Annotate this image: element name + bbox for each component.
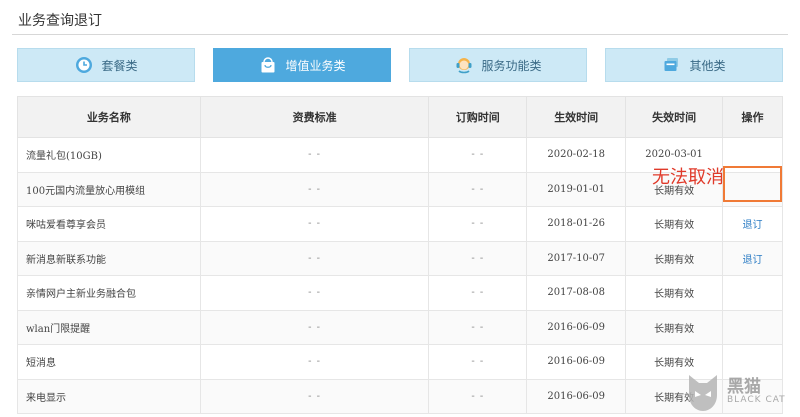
table-row: wlan门限提醒 - - - - 2016-06-09 长期有效 [17,309,783,345]
action-cell [722,309,783,345]
annotation-cannot-cancel: 无法取消 [652,167,724,188]
category-tabs: 套餐类 增值业务类 服务功能类 其他类 [17,48,783,82]
customer-service-icon [454,55,474,75]
header-fee-standard: 资费标准 [199,96,430,138]
header-order-time: 订购时间 [428,96,528,138]
service-name: wlan门限提醒 [17,309,201,345]
header-effective-time: 生效时间 [526,96,627,138]
table-row: 短消息 - - - - 2016-06-09 长期有效 [17,344,783,380]
service-name: 亲情网户主新业务融合包 [17,275,201,311]
tab-other[interactable]: 其他类 [605,48,783,82]
unsubscribe-link[interactable]: 退订 [743,255,763,266]
tab-label: 增值业务类 [285,58,346,73]
order-time: - - [428,206,528,242]
effective-time: 2016-06-09 [526,378,627,414]
order-time: - - [428,171,528,207]
effective-time: 2016-06-09 [526,344,627,380]
black-cat-logo-icon [689,375,717,411]
effective-time: 2017-10-07 [526,240,627,276]
header-action: 操作 [722,96,783,138]
service-name: 咪咕爱看尊享会员 [17,206,201,242]
expiry-time: 长期有效 [625,275,724,311]
service-name: 短消息 [17,344,201,380]
service-name: 新消息新联系功能 [17,240,201,276]
action-cell: 退订 [722,240,783,276]
effective-time: 2016-06-09 [526,309,627,345]
order-time: - - [428,240,528,276]
table-row: 亲情网户主新业务融合包 - - - - 2017-08-08 长期有效 [17,275,783,311]
table-row: 咪咕爱看尊享会员 - - - - 2018-01-26 长期有效 退订 [17,206,783,242]
tab-value-added[interactable]: 增值业务类 [213,48,391,82]
tab-package[interactable]: 套餐类 [17,48,195,82]
action-cell: 退订 [722,206,783,242]
clock-icon [74,55,94,75]
title-divider [12,34,788,35]
service-name: 流量礼包(10GB) [17,137,201,173]
expiry-time: 长期有效 [625,240,724,276]
fee-standard: - - [199,137,430,173]
service-name: 来电显示 [17,378,201,414]
tab-label: 其他类 [689,58,726,73]
page-title: 业务查询退订 [18,13,102,29]
table-row: 来电显示 - - - - 2016-06-09 长期有效 [17,378,783,414]
service-name: 100元国内流量放心用模组 [17,171,201,207]
shopping-bag-icon [258,55,278,75]
tab-label: 套餐类 [101,58,138,73]
effective-time: 2020-02-18 [526,137,627,173]
fee-standard: - - [199,378,430,414]
black-cat-watermark: 黑猫 BLACK CAT [683,368,798,416]
watermark-en: BLACK CAT [727,395,786,405]
fee-standard: - - [199,171,430,207]
annotation-highlight-box [723,166,782,202]
fee-standard: - - [199,344,430,380]
order-time: - - [428,309,528,345]
fee-standard: - - [199,309,430,345]
fee-standard: - - [199,240,430,276]
order-time: - - [428,344,528,380]
effective-time: 2019-01-01 [526,171,627,207]
order-time: - - [428,137,528,173]
tab-service-function[interactable]: 服务功能类 [409,48,587,82]
tab-label: 服务功能类 [481,58,542,73]
action-cell [722,275,783,311]
expiry-time: 长期有效 [625,206,724,242]
table-row: 新消息新联系功能 - - - - 2017-10-07 长期有效 退订 [17,240,783,276]
header-expiry-time: 失效时间 [625,96,724,138]
cards-icon [662,55,682,75]
header-service-name: 业务名称 [17,96,201,138]
effective-time: 2018-01-26 [526,206,627,242]
subscription-table: 业务名称 资费标准 订购时间 生效时间 失效时间 操作 流量礼包(10GB) -… [17,96,783,414]
watermark-cn: 黑猫 [727,377,761,397]
effective-time: 2017-08-08 [526,275,627,311]
fee-standard: - - [199,206,430,242]
expiry-time: 长期有效 [625,309,724,345]
order-time: - - [428,275,528,311]
table-header-row: 业务名称 资费标准 订购时间 生效时间 失效时间 操作 [17,96,783,138]
fee-standard: - - [199,275,430,311]
unsubscribe-link[interactable]: 退订 [743,220,763,231]
order-time: - - [428,378,528,414]
